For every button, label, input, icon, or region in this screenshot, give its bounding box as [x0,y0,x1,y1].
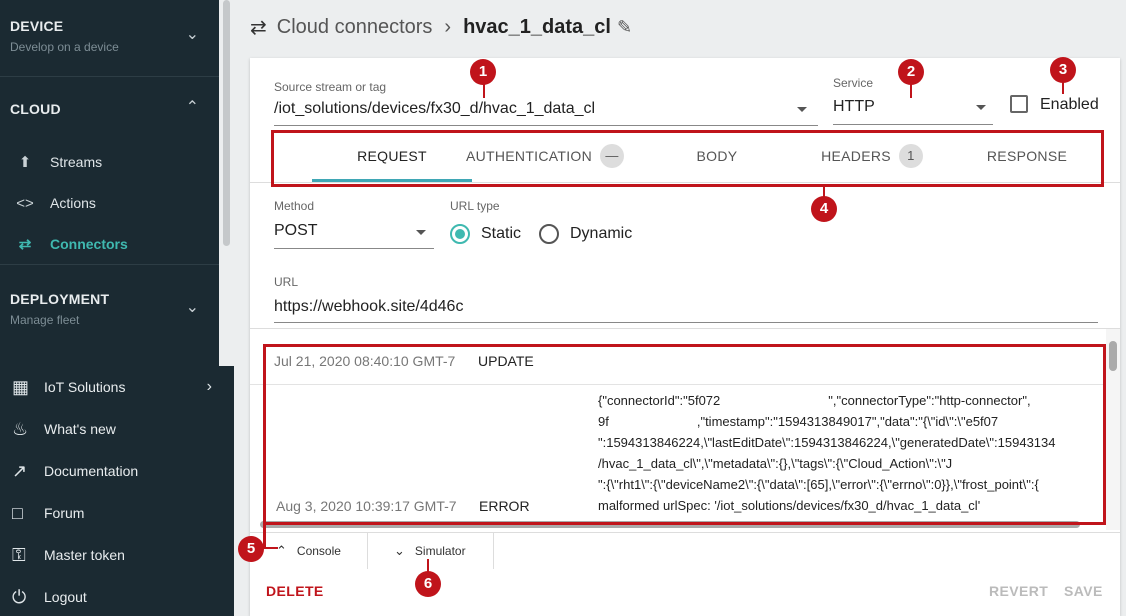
sidebar-item-forum[interactable]: □ Forum [0,492,234,534]
tab-label: Simulator [414,544,466,558]
tab-simulator[interactable]: ⌄ Simulator [368,533,494,569]
console-vertical-scrollbar[interactable] [1106,329,1120,530]
breadcrumb-parent[interactable]: Cloud connectors [277,16,433,39]
pencil-icon[interactable]: ✎ [617,17,632,38]
dropdown-arrow-icon[interactable] [416,230,426,235]
sidebar-section-device[interactable]: DEVICE Develop on a device ⌄ [0,0,219,77]
sidebar-item-iot-solutions[interactable]: ▦ IoT Solutions › [0,366,234,408]
chat-icon: □ [12,502,23,523]
sidebar-lower-menu: ▦ IoT Solutions › ♨ What's new ↗ Documen… [0,366,234,616]
service-select[interactable]: HTTP [833,98,875,116]
chevron-down-icon: ⌄ [185,299,199,316]
sidebar-item-label: Connectors [50,236,128,252]
annotation-marker-2: 2 [898,59,924,85]
url-label: URL [274,275,299,289]
urltype-static-label: Static [481,225,522,242]
scrollbar-thumb[interactable] [1109,341,1117,371]
delete-button[interactable]: DELETE [266,583,324,599]
method-select[interactable]: POST [274,222,318,240]
tab-console[interactable]: ⌃ Console [250,533,368,569]
sidebar-scrollbar-thumb[interactable] [223,0,230,246]
service-label: Service [833,76,874,90]
breadcrumb: ⇄ Cloud connectors › hvac_1_data_cl ✎ [250,12,632,42]
urltype-dynamic-label: Dynamic [570,225,633,242]
save-button[interactable]: SAVE [1064,583,1103,599]
urltype-dynamic-radio[interactable] [539,224,559,244]
annotation-marker-4: 4 [811,196,837,222]
service-underline [833,124,993,125]
url-underline [274,322,1098,323]
dropdown-arrow-icon[interactable] [797,107,807,112]
enabled-label: Enabled [1040,96,1099,113]
sidebar-item-whats-new[interactable]: ♨ What's new [0,408,234,450]
action-bar: DELETE REVERT SAVE [250,570,1120,616]
sidebar-item-documentation[interactable]: ↗ Documentation [0,450,234,492]
sidebar-item-master-token[interactable]: ⚿ Master token [0,534,234,576]
source-select[interactable]: /iot_solutions/devices/fx30_d/hvac_1_dat… [274,100,595,118]
external-link-icon: ↗ [12,460,28,481]
sidebar-deployment-subtitle: Manage fleet [10,313,80,327]
chevron-down-icon: ⌄ [394,543,405,558]
flame-icon: ♨ [12,418,29,439]
dropdown-arrow-icon[interactable] [976,105,986,110]
chevron-right-icon: › [444,15,452,38]
method-label: Method [274,199,315,213]
sidebar-item-label: Documentation [44,463,139,479]
sidebar-item-label: Master token [44,547,125,563]
sidebar-cloud-title: CLOUD [10,101,61,117]
annotation-marker-1: 1 [470,59,496,85]
enabled-checkbox[interactable] [1010,95,1028,113]
annotation-marker-3: 3 [1050,57,1076,83]
annotation-stem [910,84,912,98]
source-label: Source stream or tag [274,80,387,94]
building-icon: ▦ [12,376,30,397]
revert-button[interactable]: REVERT [989,583,1048,599]
sidebar-scrollbar[interactable] [219,0,234,366]
swap-icon: ⇄ [18,236,32,253]
urltype-static-radio[interactable] [450,224,470,244]
annotation-marker-6: 6 [415,571,441,597]
upload-icon: ⬆ [18,154,32,171]
chevron-down-icon: ⌄ [185,26,199,43]
method-underline [274,248,434,249]
power-icon: ⏻ [12,586,27,607]
sidebar-item-logout[interactable]: ⏻ Logout [0,576,234,616]
sidebar-deployment-title: DEPLOYMENT [10,291,110,307]
chevron-right-icon: › [206,378,212,395]
sidebar-item-label: Actions [50,195,96,211]
sidebar-section-deployment[interactable]: DEPLOYMENT Manage fleet ⌄ [0,265,219,345]
annotation-box-console [263,344,1106,525]
urltype-label: URL type [450,199,500,213]
code-icon: <> [16,194,34,212]
chevron-up-icon: ⌃ [185,99,199,116]
sidebar-item-streams[interactable]: ⬆ Streams [0,142,219,182]
sidebar-item-connectors[interactable]: ⇄ Connectors [0,224,219,264]
bottom-panel-tabs: ⌃ Console ⌄ Simulator [250,532,1120,569]
url-input[interactable]: https://webhook.site/4d46c [274,298,463,316]
sidebar-item-label: What's new [44,421,116,437]
sidebar-item-actions[interactable]: <> Actions [0,183,219,223]
swap-icon: ⇄ [250,16,267,39]
tab-label: Console [296,544,341,558]
sidebar-item-label: Forum [44,505,85,521]
sidebar-item-label: Streams [50,154,103,170]
page-title: hvac_1_data_cl [463,15,611,38]
annotation-stem [262,547,278,549]
sidebar-item-label: IoT Solutions [44,379,126,395]
sidebar-item-label: Logout [44,589,87,605]
chevron-up-icon: ⌃ [276,543,287,558]
annotation-box-tabs [271,130,1104,187]
annotation-box-console-toggle [263,502,266,548]
source-underline [274,125,818,126]
sidebar-device-title: DEVICE [10,18,64,34]
key-icon: ⚿ [12,544,26,565]
sidebar-device-subtitle: Develop on a device [10,40,119,54]
annotation-stem [483,84,485,98]
annotation-marker-5: 5 [238,536,264,562]
annotation-stem [1062,82,1064,94]
